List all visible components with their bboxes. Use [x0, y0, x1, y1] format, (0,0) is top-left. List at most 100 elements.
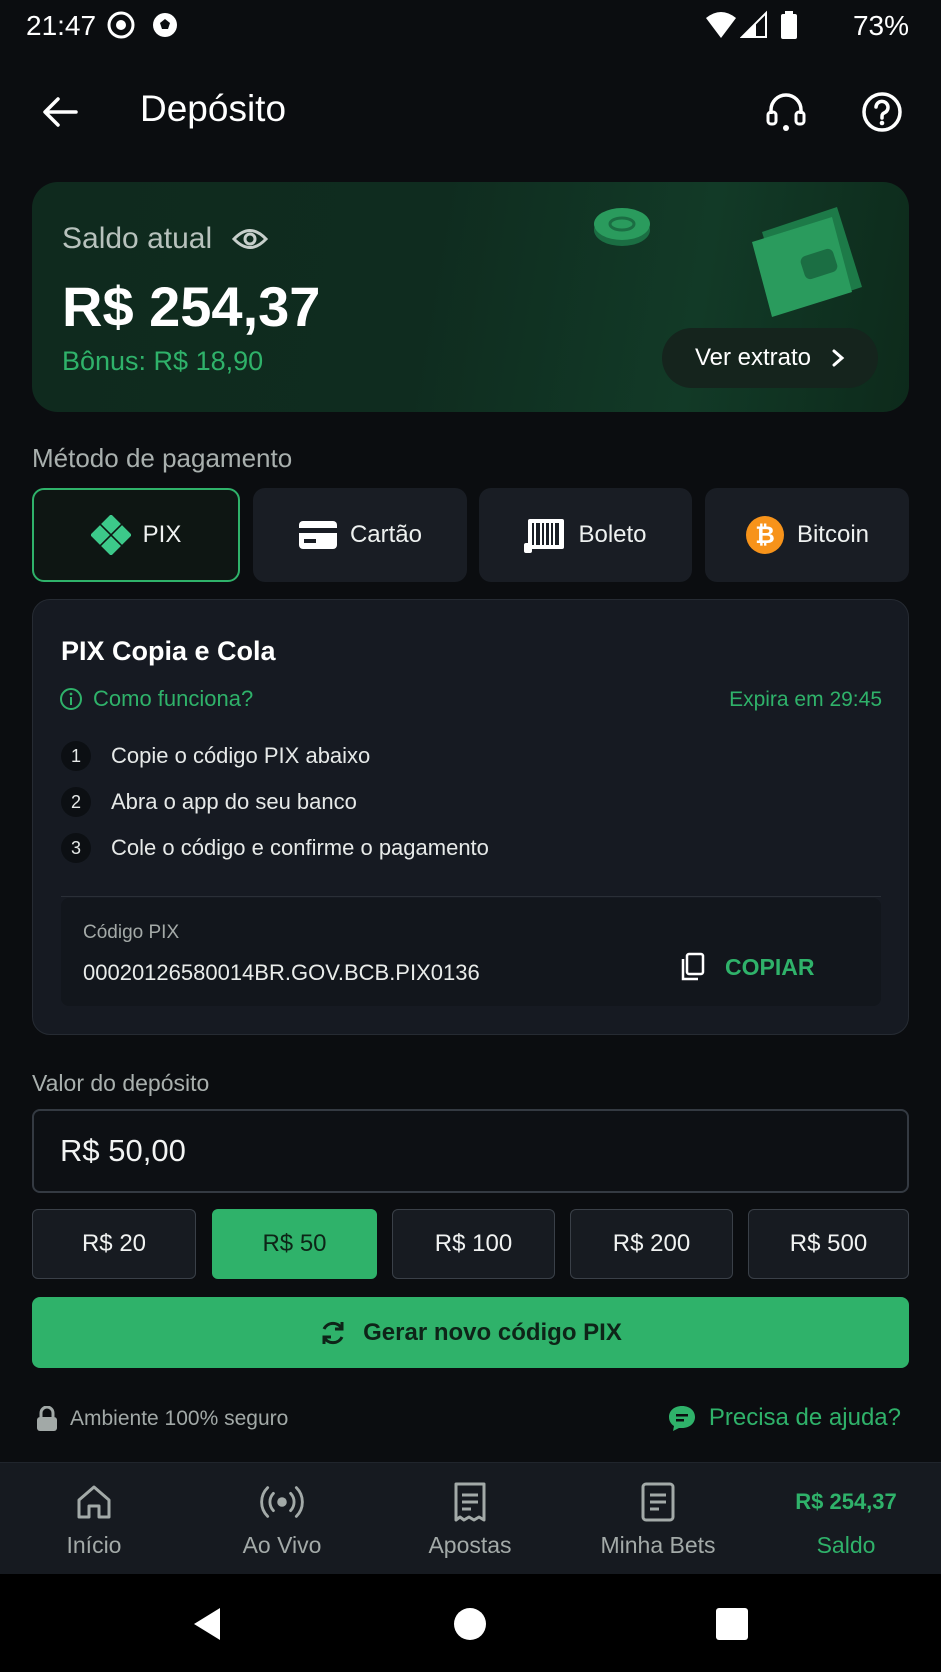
payment-tab-label: Bitcoin — [796, 521, 870, 548]
eye-icon[interactable] — [231, 224, 269, 254]
chevron-right-icon — [832, 349, 845, 367]
arrow-left-icon — [43, 97, 78, 127]
coin-illustration — [594, 208, 650, 246]
nav-balance[interactable]: R$ 254,37 Saldo — [752, 1463, 940, 1575]
question-icon — [862, 92, 902, 132]
how-it-works-link[interactable]: Como funciona? — [59, 686, 253, 712]
deposit-amount-label: Valor do depósito — [32, 1070, 210, 1096]
refresh-icon — [322, 1321, 344, 1344]
nav-bets[interactable]: Apostas — [376, 1463, 564, 1575]
target-icon — [106, 10, 136, 40]
step-text: Cole o código e confirme o pagamento — [111, 835, 489, 860]
generate-pix-button[interactable]: Gerar novo código PIX — [32, 1297, 909, 1368]
wallet-illustration — [752, 207, 862, 317]
info-icon — [60, 688, 82, 710]
pix-icon — [90, 515, 131, 555]
deposit-amount-input[interactable]: R$ 50,00 — [32, 1109, 909, 1193]
generate-pix-label: Gerar novo código PIX — [363, 1318, 622, 1346]
amount-chip-200[interactable]: R$ 200 — [570, 1209, 733, 1279]
amount-chip-20[interactable]: R$ 20 — [32, 1209, 196, 1279]
amount-chip-500[interactable]: R$ 500 — [748, 1209, 909, 1279]
battery-icon — [780, 10, 798, 40]
pix-code-value[interactable]: 00020126580014BR.GOV.BCB.PIX0136 — [83, 960, 480, 986]
payment-tab-label: Boleto — [578, 521, 647, 548]
secure-notice: Ambiente 100% seguro — [36, 1406, 288, 1432]
status-bar: 21:47 73% — [0, 0, 941, 52]
system-recents-button[interactable] — [704, 1596, 760, 1652]
expire-timer: Expira em 29:45 — [729, 688, 882, 711]
circle-home-icon — [454, 1608, 486, 1640]
bitcoin-icon: ₿ — [745, 516, 784, 554]
home-icon — [72, 1480, 116, 1524]
step-number: 3 — [61, 833, 91, 863]
chat-icon — [668, 1406, 695, 1431]
payment-tab-card[interactable]: Cartão — [253, 488, 467, 582]
step-number: 2 — [61, 787, 91, 817]
balance-label: Saldo atual — [62, 222, 213, 255]
balance-value: R$ 254,37 — [62, 275, 321, 338]
help-button[interactable] — [856, 86, 908, 138]
step-text: Abra o app do seu banco — [111, 789, 357, 814]
battery-percent: 73% — [852, 10, 909, 41]
nav-label: Minha Bets — [600, 1531, 716, 1558]
balance-card: Saldo atual R$ 254,37 Bônus: R$ 18,90 Ve… — [32, 182, 909, 412]
system-nav-bar — [0, 1574, 941, 1672]
live-icon — [260, 1480, 304, 1524]
view-statement-button[interactable]: Ver extrato — [662, 328, 878, 388]
how-it-works-label: Como funciona? — [93, 686, 254, 711]
card-icon — [298, 521, 337, 549]
divider — [61, 896, 881, 897]
support-button[interactable] — [760, 86, 812, 138]
deposit-amount-value: R$ 50,00 — [60, 1133, 186, 1168]
step-item: 1 Copie o código PIX abaixo — [61, 741, 370, 771]
payment-method-label: Método de pagamento — [32, 443, 293, 473]
payment-tab-label: Cartão — [349, 521, 423, 548]
system-home-button[interactable] — [442, 1596, 498, 1652]
step-text: Copie o código PIX abaixo — [111, 743, 371, 768]
payment-tab-boleto[interactable]: Boleto — [479, 488, 692, 582]
bonus-text: Bônus: R$ 18,90 — [62, 346, 264, 376]
pix-code-label: Código PIX — [83, 922, 180, 943]
lock-icon — [37, 1406, 57, 1431]
square-recents-icon — [716, 1608, 748, 1640]
nav-label: Apostas — [428, 1531, 512, 1558]
copy-icon — [681, 952, 705, 981]
copy-button[interactable]: COPIAR — [679, 952, 814, 982]
nav-live[interactable]: Ao Vivo — [188, 1463, 376, 1575]
copy-label: COPIAR — [725, 953, 815, 980]
step-number: 1 — [61, 741, 91, 771]
page-title: Depósito — [140, 88, 287, 129]
step-item: 2 Abra o app do seu banco — [61, 787, 357, 817]
nav-label: Ao Vivo — [242, 1531, 322, 1558]
nav-label: Início — [66, 1531, 122, 1558]
soccer-ball-icon — [150, 10, 180, 40]
nav-home[interactable]: Início — [0, 1463, 188, 1575]
bottom-nav: Início Ao Vivo Apostas Minha Bets R$ 254… — [0, 1462, 941, 1574]
triangle-back-icon — [194, 1608, 220, 1640]
step-item: 3 Cole o código e confirme o pagamento — [61, 833, 489, 863]
amount-chip-50[interactable]: R$ 50 — [212, 1209, 377, 1279]
payment-tab-pix[interactable]: PIX — [32, 488, 240, 582]
system-back-button[interactable] — [178, 1596, 234, 1652]
status-time: 21:47 — [26, 10, 97, 41]
wifi-icon — [704, 10, 738, 40]
bets-icon — [448, 1480, 492, 1524]
svg-text:₿: ₿ — [755, 522, 775, 549]
nav-label: Saldo — [816, 1531, 876, 1558]
signal-icon — [739, 10, 770, 40]
back-button[interactable] — [34, 86, 86, 138]
secure-text: Ambiente 100% seguro — [70, 1407, 289, 1430]
amount-chip-100[interactable]: R$ 100 — [392, 1209, 555, 1279]
need-help-link[interactable]: Precisa de ajuda? — [667, 1404, 901, 1432]
my-bets-icon — [636, 1480, 680, 1524]
payment-tab-label: PIX — [142, 521, 182, 548]
barcode-icon — [524, 519, 565, 553]
payment-tab-bitcoin[interactable]: ₿ Bitcoin — [705, 488, 909, 582]
pix-title: PIX Copia e Cola — [61, 636, 276, 666]
nav-my-bets[interactable]: Minha Bets — [564, 1463, 752, 1575]
pix-card: PIX Copia e Cola Como funciona? Expira e… — [32, 599, 909, 1035]
nav-balance-value: R$ 254,37 — [795, 1488, 897, 1514]
view-statement-label: Ver extrato — [694, 344, 812, 371]
headset-icon — [766, 93, 806, 131]
need-help-label: Precisa de ajuda? — [708, 1404, 901, 1431]
